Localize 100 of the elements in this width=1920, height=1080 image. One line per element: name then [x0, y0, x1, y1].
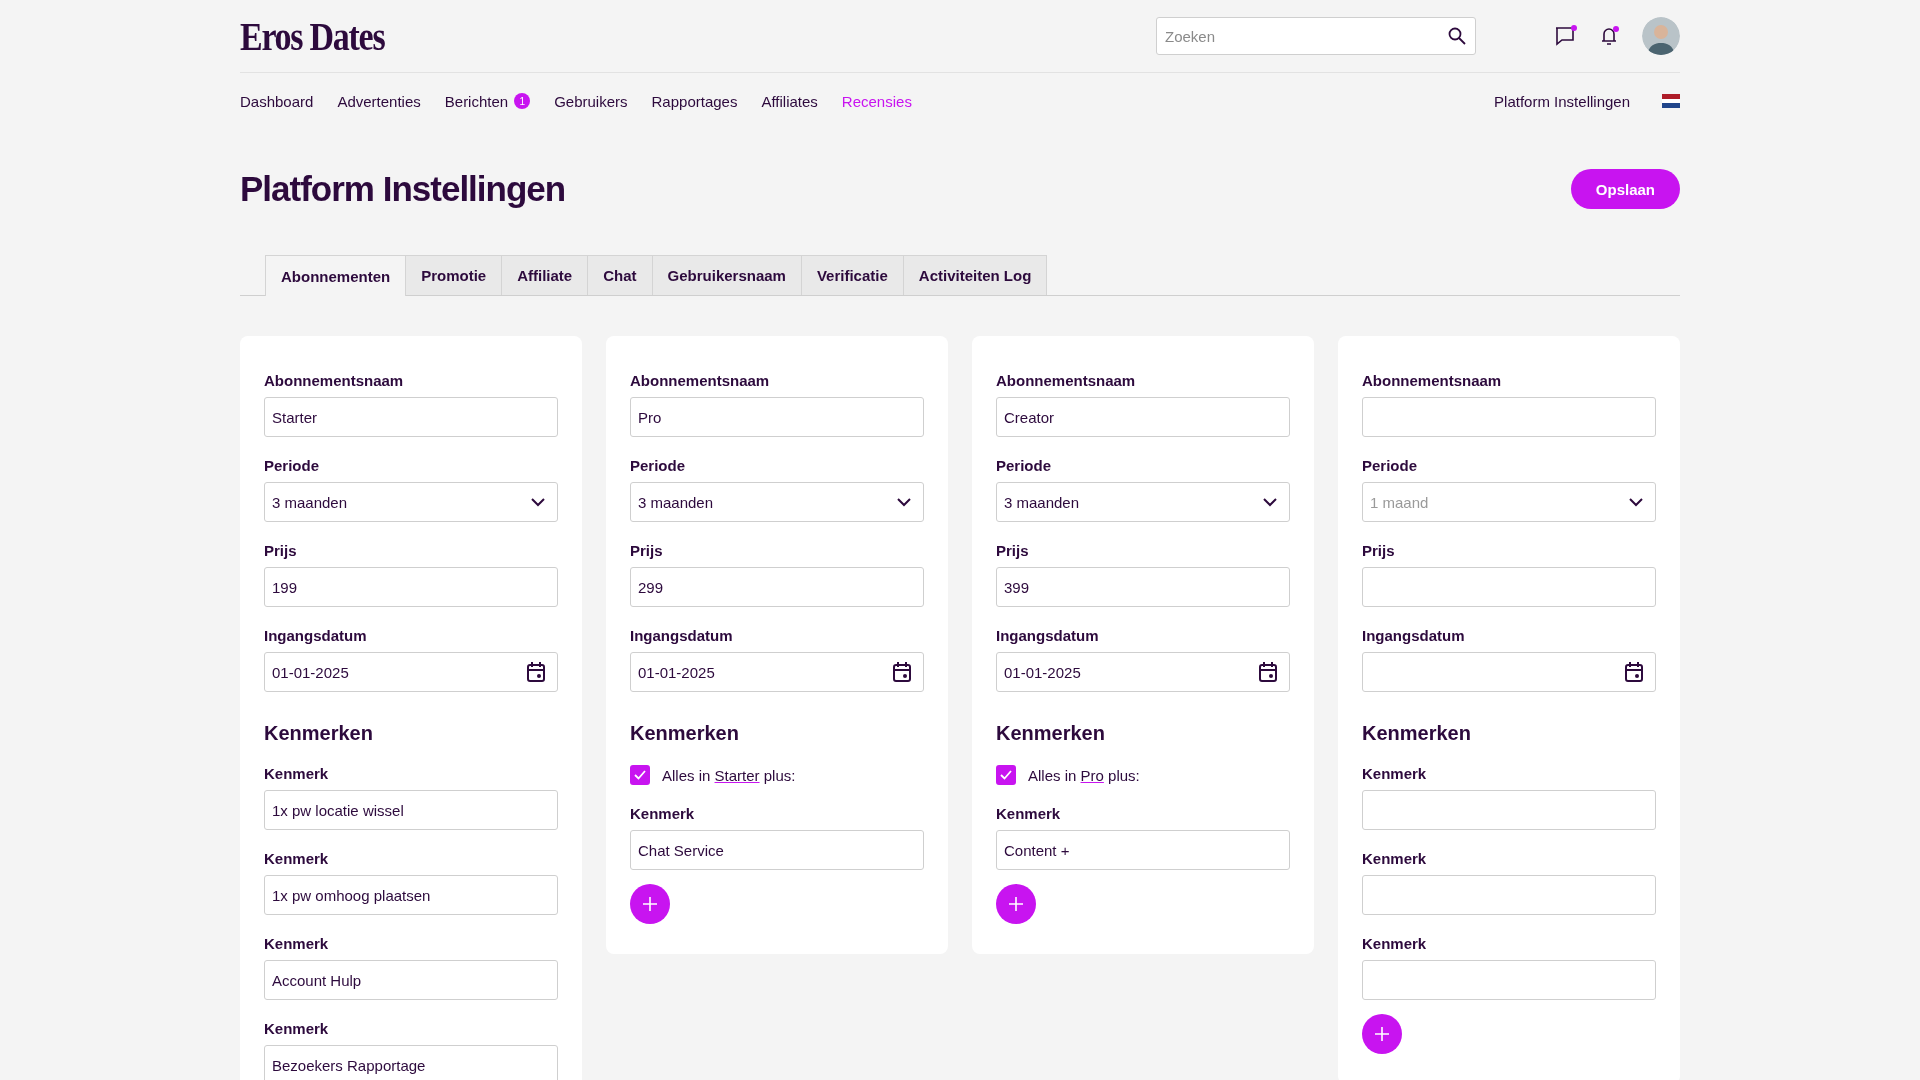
tab[interactable]: Activiteiten Log — [903, 255, 1048, 295]
field-label: Kenmerk — [264, 850, 330, 867]
checkbox-label: Alles in Starter plus: — [662, 766, 796, 784]
tab[interactable]: Gebruikersnaam — [652, 255, 802, 295]
chevron-down-icon — [897, 497, 911, 507]
field-label: Abonnementsnaam — [996, 372, 1137, 389]
section-heading: Kenmerken — [1362, 722, 1472, 745]
field-label: Kenmerk — [264, 765, 330, 782]
nav-link[interactable]: Recensies — [841, 92, 912, 110]
check-icon — [1000, 770, 1012, 780]
field-label: Abonnementsnaam — [264, 372, 405, 389]
feature-field[interactable] — [1362, 960, 1656, 1000]
calendar-icon — [527, 662, 545, 682]
field-label: Kenmerk — [1362, 850, 1428, 867]
field-label: Ingangsdatum — [1362, 627, 1466, 644]
nav-link[interactable]: Platform Instellingen — [1494, 92, 1630, 110]
chevron-down-icon — [531, 497, 545, 507]
check-icon — [634, 770, 646, 780]
tab[interactable]: Abonnementen — [265, 255, 407, 296]
field-label: Periode — [996, 457, 1053, 474]
field-label: Periode — [264, 457, 321, 474]
calendar-icon — [893, 662, 911, 682]
period-dropdown[interactable]: 3 maanden — [630, 482, 924, 522]
chat-icon[interactable] — [1554, 25, 1578, 47]
plus-icon — [642, 896, 658, 912]
field-label: Abonnementsnaam — [630, 372, 771, 389]
name-field[interactable]: Pro — [630, 397, 924, 437]
field-label: Kenmerk — [1362, 765, 1428, 782]
price-field[interactable] — [1362, 567, 1656, 607]
field-label: Kenmerk — [264, 1020, 330, 1037]
field-label: Kenmerk — [1362, 935, 1428, 952]
nav-link[interactable]: Gebruikers — [554, 92, 628, 110]
nav-link[interactable]: Affiliates — [761, 92, 818, 110]
plan-link[interactable]: Starter — [714, 766, 760, 784]
price-field[interactable]: 399 — [996, 567, 1290, 607]
chevron-down-icon — [1629, 497, 1643, 507]
field-label: Prijs — [1362, 542, 1396, 559]
count-badge: 1 — [514, 93, 531, 109]
field-label: Abonnementsnaam — [1362, 372, 1503, 389]
field-label: Prijs — [264, 542, 298, 559]
date-field[interactable]: 01-01-2025 — [630, 652, 924, 692]
feature-field[interactable]: Chat Service — [630, 830, 924, 870]
tab[interactable]: Promotie — [406, 255, 503, 295]
field-label: Ingangsdatum — [264, 627, 368, 644]
name-field[interactable] — [1362, 397, 1656, 437]
section-heading: Kenmerken — [630, 722, 740, 745]
field-label: Kenmerk — [996, 805, 1062, 822]
tab[interactable]: Chat — [588, 255, 653, 295]
checkbox[interactable] — [996, 765, 1016, 785]
feature-field[interactable]: Account Hulp — [264, 960, 558, 1000]
name-field[interactable]: Starter — [264, 397, 558, 437]
field-label: Ingangsdatum — [996, 627, 1100, 644]
feature-field[interactable]: 1x pw locatie wissel — [264, 790, 558, 830]
name-field[interactable]: Creator — [996, 397, 1290, 437]
field-label: Prijs — [630, 542, 664, 559]
date-field[interactable] — [1362, 652, 1656, 692]
add-button[interactable] — [996, 884, 1036, 924]
period-dropdown[interactable]: 3 maanden — [264, 482, 558, 522]
search-field[interactable]: Zoeken — [1156, 17, 1476, 55]
plus-icon — [1008, 896, 1024, 912]
tab[interactable]: Verificatie — [801, 255, 904, 295]
price-field[interactable]: 199 — [264, 567, 558, 607]
checkbox-label: Alles in Pro plus: — [1028, 766, 1140, 784]
field-label: Prijs — [996, 542, 1030, 559]
section-heading: Kenmerken — [996, 722, 1106, 745]
plus-icon — [1374, 1026, 1390, 1042]
calendar-icon — [1625, 662, 1643, 682]
period-dropdown[interactable]: 3 maanden — [996, 482, 1290, 522]
feature-field[interactable]: Bezoekers Rapportage — [264, 1045, 558, 1080]
feature-field[interactable] — [1362, 875, 1656, 915]
date-field[interactable]: 01-01-2025 — [264, 652, 558, 692]
plan-link[interactable]: Pro — [1080, 766, 1104, 784]
calendar-icon — [1259, 662, 1277, 682]
nav-link[interactable]: Advertenties — [337, 92, 421, 110]
section-heading: Kenmerken — [264, 722, 374, 745]
flag-icon[interactable] — [1662, 94, 1680, 108]
bell-icon[interactable] — [1600, 25, 1620, 47]
nav-link[interactable]: Dashboard — [240, 92, 314, 110]
nav-link[interactable]: Berichten 1 — [444, 92, 531, 110]
feature-field[interactable]: Content + — [996, 830, 1290, 870]
feature-field[interactable]: 1x pw omhoog plaatsen — [264, 875, 558, 915]
field-label: Periode — [630, 457, 687, 474]
page-title: Platform Instellingen — [240, 169, 566, 209]
field-label: Periode — [1362, 457, 1419, 474]
logo[interactable]: Eros Dates — [240, 12, 385, 60]
search-icon[interactable] — [1448, 27, 1466, 45]
add-button[interactable] — [1362, 1014, 1402, 1054]
avatar[interactable] — [1642, 17, 1680, 55]
field-label: Ingangsdatum — [630, 627, 734, 644]
price-field[interactable]: 299 — [630, 567, 924, 607]
feature-field[interactable] — [1362, 790, 1656, 830]
field-label: Kenmerk — [630, 805, 696, 822]
chevron-down-icon — [1263, 497, 1277, 507]
save-button[interactable]: Opslaan — [1570, 169, 1680, 209]
tab[interactable]: Affiliate — [502, 255, 589, 295]
field-label: Kenmerk — [264, 935, 330, 952]
add-button[interactable] — [630, 884, 670, 924]
nav-link[interactable]: Rapportages — [651, 92, 738, 110]
checkbox[interactable] — [630, 765, 650, 785]
date-field[interactable]: 01-01-2025 — [996, 652, 1290, 692]
